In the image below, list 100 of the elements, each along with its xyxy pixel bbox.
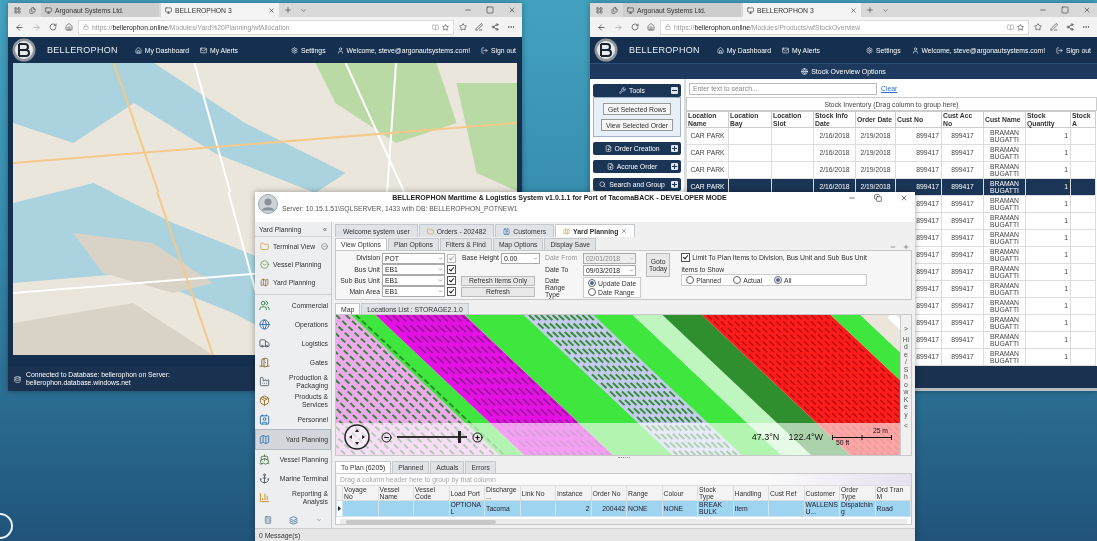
zoom-slider-thumb[interactable]: [458, 431, 461, 443]
tab-list-icon[interactable]: [596, 6, 603, 14]
sign-out-icon: [481, 46, 489, 54]
star-icon[interactable]: [1017, 23, 1024, 31]
search-icon: [599, 181, 607, 188]
caret-icon: [533, 255, 538, 261]
mail-icon: [200, 46, 208, 54]
caret-icon[interactable]: [300, 6, 307, 14]
home-icon[interactable]: [647, 23, 655, 31]
settings-icon: [291, 46, 298, 54]
package-icon: [259, 395, 270, 406]
folder-icon: [260, 241, 269, 251]
forward-icon[interactable]: [614, 22, 623, 32]
tab-list-icon[interactable]: [14, 6, 21, 14]
back-icon[interactable]: [597, 22, 606, 32]
share-icon[interactable]: [1066, 23, 1074, 31]
folder-icon: [426, 227, 434, 235]
close-icon[interactable]: [508, 6, 516, 14]
back-icon[interactable]: [15, 22, 24, 32]
checkbox[interactable]: [447, 264, 456, 274]
close-icon[interactable]: [850, 6, 857, 14]
close-icon[interactable]: [900, 194, 908, 202]
map-icon: [259, 434, 270, 445]
sign-out-icon: [1056, 46, 1064, 54]
circle-icon: [260, 259, 269, 269]
logo-icon: [12, 38, 36, 62]
new-tab-icon[interactable]: [866, 6, 874, 14]
logo-icon: [594, 38, 618, 62]
tabs-aside-icon[interactable]: [29, 6, 36, 14]
forward-icon[interactable]: [32, 22, 41, 32]
minimize-icon[interactable]: [1039, 6, 1047, 14]
pen-icon[interactable]: [1050, 23, 1058, 31]
scale-bar: [832, 434, 892, 440]
maximize-icon[interactable]: [1061, 6, 1069, 14]
new-tab-icon[interactable]: [284, 6, 292, 14]
door-icon: [259, 357, 270, 368]
map-icon: [260, 277, 269, 287]
caret-icon[interactable]: [882, 6, 889, 14]
pan-control[interactable]: [344, 424, 370, 450]
checkbox[interactable]: [447, 287, 456, 297]
collapse-toggle[interactable]: [671, 145, 678, 152]
collapse-toggle[interactable]: [671, 181, 678, 188]
brand-name: BELLEROPHON: [629, 45, 700, 55]
database-icon: [14, 375, 21, 383]
collapse-toggle[interactable]: [671, 163, 678, 170]
page-icon: [45, 6, 52, 14]
share-icon[interactable]: [491, 23, 499, 31]
bar-chart-icon: [259, 492, 270, 503]
book-icon[interactable]: [432, 23, 439, 31]
document-icon: [606, 163, 614, 170]
refresh-icon[interactable]: [49, 23, 57, 31]
collapse-toggle[interactable]: [671, 87, 678, 94]
close-icon[interactable]: [621, 228, 628, 234]
checkbox[interactable]: [447, 276, 456, 286]
contact-card-icon: [503, 227, 511, 235]
layers-icon[interactable]: [289, 515, 299, 525]
settings-icon: [866, 46, 873, 54]
row-pointer-icon: [338, 505, 341, 511]
people-icon: [259, 300, 270, 311]
zoom-in-button[interactable]: [472, 431, 483, 443]
caret-icon[interactable]: [316, 517, 323, 523]
expand-icon[interactable]: [321, 242, 328, 250]
book-icon[interactable]: [1007, 23, 1014, 31]
favorites-icon[interactable]: [1034, 23, 1042, 31]
ship-icon: [259, 454, 270, 465]
star-icon[interactable]: [442, 23, 449, 31]
anchor-icon: [259, 473, 270, 484]
refresh-icon[interactable]: [631, 23, 639, 31]
brand-name: BELLEROPHON: [47, 45, 118, 55]
contact-card-icon: [259, 414, 270, 425]
user-icon: [911, 46, 919, 54]
home-icon[interactable]: [65, 23, 73, 31]
home-icon: [716, 46, 724, 54]
latitude-text: 47.3°N: [751, 432, 780, 442]
calculator-icon[interactable]: [263, 516, 272, 524]
scrollbar[interactable]: [340, 518, 907, 524]
zoom-out-button[interactable]: [381, 431, 392, 443]
page-icon: [747, 6, 754, 14]
minimize-icon[interactable]: [848, 194, 856, 202]
wrench-icon: [619, 87, 627, 94]
lock-icon: [83, 24, 89, 30]
close-icon[interactable]: [268, 6, 275, 14]
document-icon: [604, 145, 612, 152]
restore-icon[interactable]: [874, 194, 882, 202]
close-icon[interactable]: [1083, 6, 1091, 14]
more-icon[interactable]: [507, 23, 515, 31]
mail-icon: [782, 46, 790, 54]
pen-icon[interactable]: [475, 23, 483, 31]
truck-icon: [259, 338, 270, 349]
plus-icon[interactable]: [903, 244, 909, 250]
zoom-slider[interactable]: [397, 431, 467, 443]
minimize-icon[interactable]: [464, 6, 472, 14]
maximize-icon[interactable]: [486, 6, 494, 14]
favorites-icon[interactable]: [459, 23, 467, 31]
user-icon: [336, 46, 344, 54]
more-icon[interactable]: [1082, 23, 1090, 31]
avatar-icon: [258, 194, 278, 214]
page-icon: [627, 6, 634, 14]
tabs-aside-icon[interactable]: [611, 6, 618, 14]
lock-icon: [665, 24, 671, 30]
